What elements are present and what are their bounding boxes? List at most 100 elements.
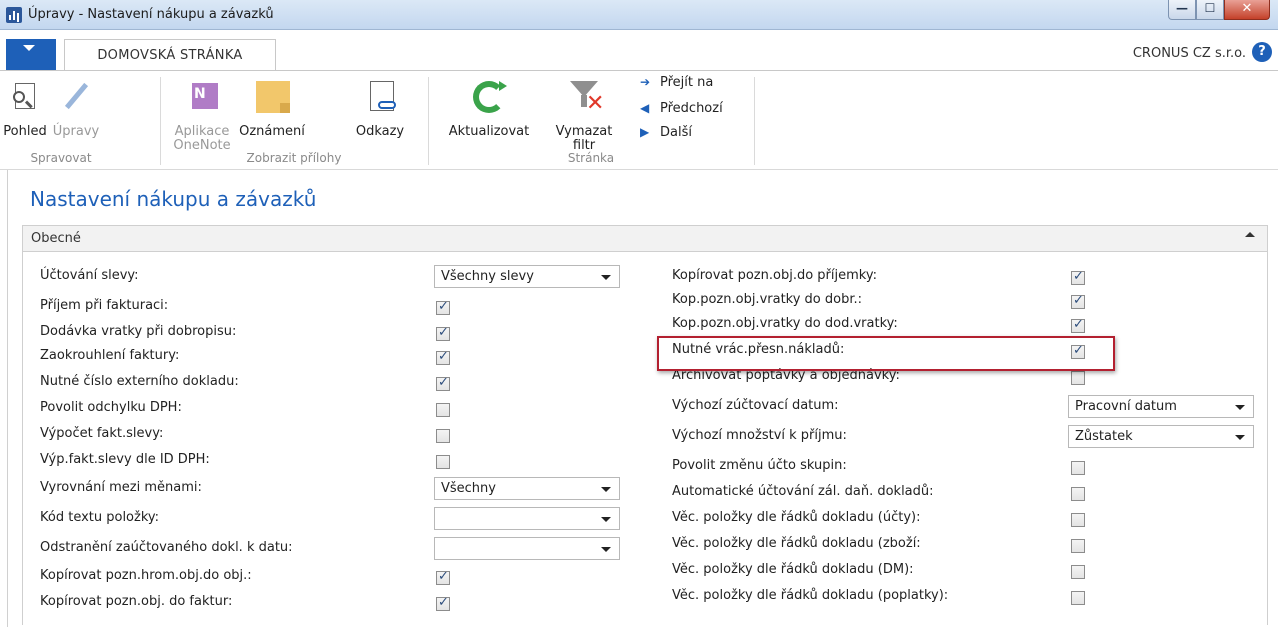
checkbox-checked[interactable] bbox=[436, 569, 450, 585]
field-label: Dodávka vratky při dobropisu: bbox=[40, 324, 237, 339]
app-icon bbox=[6, 7, 22, 23]
title-bar: Úpravy - Nastavení nákupu a závazků — ☐ … bbox=[0, 0, 1278, 30]
field-label: Věc. položky dle řádků dokladu (zboží: bbox=[672, 536, 921, 551]
checkbox-checked[interactable] bbox=[1071, 317, 1085, 333]
triangle-left-icon: ◀ bbox=[640, 101, 650, 115]
checkbox-checked[interactable] bbox=[436, 375, 450, 391]
field-label: Kopírovat pozn.obj. do faktur: bbox=[40, 594, 233, 609]
next-label: Další bbox=[660, 125, 692, 140]
refresh-label: Aktualizovat bbox=[448, 124, 530, 139]
checkbox[interactable] bbox=[436, 429, 450, 443]
notes-label: Oznámení bbox=[239, 124, 305, 139]
ribbon-tab-bar: DOMOVSKÁ STRÁNKA CRONUS CZ s.r.o. ? bbox=[0, 30, 1278, 71]
field-label: Kop.pozn.obj.vratky do dod.vratky: bbox=[672, 316, 898, 331]
checkbox[interactable] bbox=[1071, 487, 1085, 501]
dropdown-select[interactable]: Pracovní datum bbox=[1068, 395, 1254, 418]
section-header[interactable]: Obecné bbox=[23, 226, 1267, 252]
checkbox-checked[interactable] bbox=[436, 299, 450, 315]
checkbox[interactable] bbox=[1071, 513, 1085, 527]
checkbox[interactable] bbox=[1071, 371, 1085, 385]
onenote-label-1: Aplikace bbox=[174, 124, 230, 139]
chevron-up-icon[interactable] bbox=[1245, 232, 1255, 237]
dropdown-select[interactable] bbox=[434, 507, 620, 530]
window-left-edge bbox=[0, 170, 8, 627]
checkbox-checked[interactable] bbox=[1071, 293, 1085, 309]
link-icon bbox=[360, 79, 400, 119]
checkbox-checked[interactable] bbox=[436, 349, 450, 365]
previous-label: Předchozí bbox=[660, 101, 723, 116]
checkbox[interactable] bbox=[1071, 461, 1085, 475]
links-button[interactable]: Odkazy bbox=[352, 79, 408, 139]
field-label: Výpočet fakt.slevy: bbox=[40, 426, 164, 441]
field-label: Věc. položky dle řádků dokladu (poplatky… bbox=[672, 588, 949, 603]
goto-button[interactable]: ➔ Přejít na bbox=[640, 75, 713, 90]
group-label-page: Stránka bbox=[567, 151, 615, 165]
field-label: Příjem při fakturaci: bbox=[40, 298, 169, 313]
field-label: Výchozí množství k příjmu: bbox=[672, 428, 847, 443]
next-button[interactable]: ▶ Další bbox=[640, 125, 692, 140]
links-label: Odkazy bbox=[355, 124, 405, 139]
group-label-attachments: Zobrazit přílohy bbox=[246, 151, 342, 165]
chevron-down-icon bbox=[601, 517, 611, 522]
page-title: Nastavení nákupu a závazků bbox=[30, 187, 317, 211]
onenote-icon: N bbox=[182, 79, 222, 119]
maximize-button[interactable]: ☐ bbox=[1196, 0, 1224, 20]
pencil-icon bbox=[56, 79, 96, 119]
dropdown-value: Zůstatek bbox=[1075, 429, 1133, 444]
dropdown-value: Všechny bbox=[441, 481, 496, 496]
field-label: Kopírovat pozn.hrom.obj.do obj.: bbox=[40, 568, 252, 583]
group-separator bbox=[754, 77, 755, 165]
checkbox-checked[interactable] bbox=[436, 595, 450, 611]
tab-home[interactable]: DOMOVSKÁ STRÁNKA bbox=[64, 39, 276, 71]
field-label: Věc. položky dle řádků dokladu (účty): bbox=[672, 510, 921, 525]
field-label: Vyrovnání mezi měnami: bbox=[40, 480, 202, 495]
note-icon bbox=[252, 79, 292, 119]
checkbox[interactable] bbox=[1071, 565, 1085, 579]
view-button[interactable]: Pohled bbox=[2, 79, 48, 139]
field-label: Účtování slevy: bbox=[40, 268, 139, 283]
company-name[interactable]: CRONUS CZ s.r.o. bbox=[1133, 46, 1246, 61]
previous-button[interactable]: ◀ Předchozí bbox=[640, 101, 723, 116]
checkbox[interactable] bbox=[436, 403, 450, 417]
close-icon: ✕ bbox=[1241, 1, 1253, 16]
field-label: Výp.fakt.slevy dle ID DPH: bbox=[40, 452, 210, 467]
window-controls: — ☐ ✕ bbox=[1168, 0, 1270, 22]
edit-label: Úpravy bbox=[52, 124, 100, 139]
minimize-button[interactable]: — bbox=[1168, 0, 1196, 20]
dropdown-select[interactable]: Všechny slevy bbox=[434, 265, 620, 288]
view-icon bbox=[5, 79, 45, 119]
window-title: Úpravy - Nastavení nákupu a závazků bbox=[28, 7, 274, 22]
dropdown-value: Všechny slevy bbox=[441, 269, 534, 284]
field-label: Věc. položky dle řádků dokladu (DM): bbox=[672, 562, 914, 577]
field-label: Kop.pozn.obj.vratky do dobr.: bbox=[672, 292, 863, 307]
highlight-box bbox=[657, 336, 1115, 371]
view-label: Pohled bbox=[3, 124, 47, 139]
close-button[interactable]: ✕ bbox=[1224, 0, 1270, 20]
edit-button[interactable]: Úpravy bbox=[52, 79, 100, 139]
maximize-icon: ☐ bbox=[1204, 1, 1216, 15]
refresh-button[interactable]: Aktualizovat bbox=[442, 79, 536, 139]
field-label: Kopírovat pozn.obj.do příjemky: bbox=[672, 268, 877, 283]
help-icon[interactable]: ? bbox=[1252, 42, 1272, 62]
minimize-icon: — bbox=[1176, 1, 1188, 15]
checkbox[interactable] bbox=[436, 455, 450, 469]
field-label: Povolit změnu účto skupin: bbox=[672, 458, 847, 473]
ribbon: Pohled Úpravy Spravovat N Aplikace OneNo… bbox=[0, 70, 1278, 170]
checkbox-checked[interactable] bbox=[436, 325, 450, 341]
dropdown-select[interactable]: Zůstatek bbox=[1068, 425, 1254, 448]
checkbox[interactable] bbox=[1071, 539, 1085, 553]
checkbox[interactable] bbox=[1071, 591, 1085, 605]
clear-filter-button[interactable]: ✕ Vymazat filtr bbox=[546, 79, 622, 153]
chevron-down-icon bbox=[1235, 435, 1245, 440]
checkbox-checked[interactable] bbox=[1071, 269, 1085, 285]
onenote-button[interactable]: N Aplikace OneNote bbox=[172, 79, 232, 153]
notes-button[interactable]: Oznámení bbox=[236, 79, 308, 139]
dropdown-select[interactable] bbox=[434, 537, 620, 560]
application-menu-button[interactable] bbox=[6, 39, 56, 70]
dropdown-select[interactable]: Všechny bbox=[434, 477, 620, 500]
field-label: Kód textu položky: bbox=[40, 510, 160, 525]
section-title: Obecné bbox=[31, 231, 81, 246]
field-label: Odstranění zaúčtovaného dokl. k datu: bbox=[40, 540, 293, 555]
clear-filter-icon: ✕ bbox=[564, 79, 604, 119]
chevron-down-icon bbox=[601, 547, 611, 552]
